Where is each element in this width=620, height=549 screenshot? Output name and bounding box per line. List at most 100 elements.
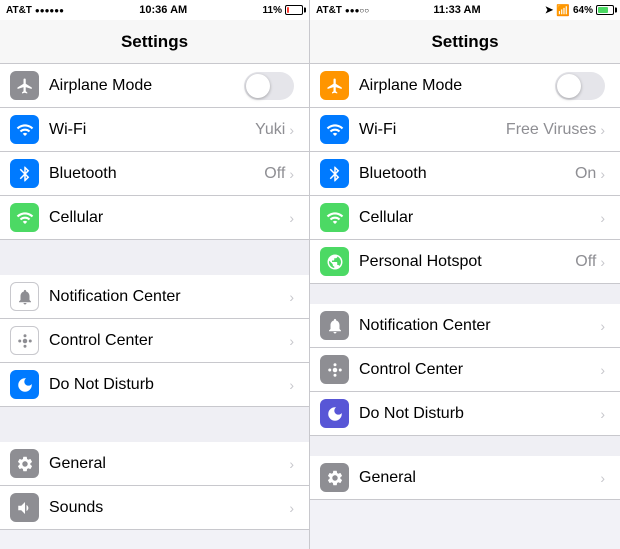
right-panel: AT&T ●●●○○ 11:33 AM ➤ 📶 64% Settings Air…	[310, 0, 620, 549]
bluetooth-icon-left	[10, 159, 39, 188]
notification-icon-right	[320, 311, 349, 340]
sounds-label-left: Sounds	[49, 499, 289, 517]
airplane-toggle-knob-left	[246, 74, 270, 98]
hotspot-icon-right	[320, 247, 349, 276]
separator-1-left	[0, 240, 309, 275]
dnd-chevron-left: ›	[289, 377, 294, 393]
nav-bar-left: Settings	[0, 20, 309, 64]
cellular-chevron-left: ›	[289, 210, 294, 226]
separator-2-left	[0, 407, 309, 442]
time-left: 10:36 AM	[139, 4, 187, 16]
hotspot-label-right: Personal Hotspot	[359, 253, 575, 271]
notifications-label-right: Notification Center	[359, 317, 600, 335]
row-dnd-right[interactable]: Do Not Disturb ›	[310, 392, 620, 436]
row-wifi-left[interactable]: Wi-Fi Yuki ›	[0, 108, 309, 152]
row-general-right[interactable]: General ›	[310, 456, 620, 500]
wifi-icon-right	[320, 115, 349, 144]
cellular-label-right: Cellular	[359, 209, 600, 227]
sounds-chevron-left: ›	[289, 500, 294, 516]
control-icon-left	[10, 326, 39, 355]
bluetooth-label-right: Bluetooth	[359, 165, 575, 183]
status-right-right: ➤ 📶 64%	[545, 4, 614, 17]
row-hotspot-right[interactable]: Personal Hotspot Off ›	[310, 240, 620, 284]
row-airplane-right[interactable]: Airplane Mode	[310, 64, 620, 108]
status-left: AT&T ●●●●●●	[6, 5, 64, 16]
row-general-left[interactable]: General ›	[0, 442, 309, 486]
page-title-right: Settings	[431, 32, 498, 52]
control-chevron-left: ›	[289, 333, 294, 349]
cellular-icon-right	[320, 203, 349, 232]
notification-icon-left	[10, 282, 39, 311]
dnd-chevron-right: ›	[600, 406, 605, 422]
separator-2-right	[310, 436, 620, 456]
page-title-left: Settings	[121, 32, 188, 52]
row-control-right[interactable]: Control Center ›	[310, 348, 620, 392]
battery-fill-right	[598, 7, 608, 13]
general-label-left: General	[49, 455, 289, 473]
row-control-left[interactable]: Control Center ›	[0, 319, 309, 363]
battery-pct-left: 11%	[263, 5, 282, 16]
notifications-chevron-right: ›	[600, 318, 605, 334]
dnd-icon-left	[10, 370, 39, 399]
hotspot-chevron-right: ›	[600, 254, 605, 270]
control-icon-right	[320, 355, 349, 384]
battery-pct-right: 64%	[573, 5, 593, 16]
row-dnd-left[interactable]: Do Not Disturb ›	[0, 363, 309, 407]
row-notifications-left[interactable]: Notification Center ›	[0, 275, 309, 319]
notifications-chevron-left: ›	[289, 289, 294, 305]
wifi-chevron-left: ›	[289, 122, 294, 138]
dnd-label-left: Do Not Disturb	[49, 376, 289, 394]
row-bluetooth-left[interactable]: Bluetooth Off ›	[0, 152, 309, 196]
carrier-left: AT&T	[6, 5, 32, 16]
control-chevron-right: ›	[600, 362, 605, 378]
general-label-right: General	[359, 469, 600, 487]
bluetooth-chevron-left: ›	[289, 166, 294, 182]
row-cellular-right[interactable]: Cellular ›	[310, 196, 620, 240]
airplane-toggle-knob-right	[557, 74, 581, 98]
row-notifications-right[interactable]: Notification Center ›	[310, 304, 620, 348]
row-bluetooth-right[interactable]: Bluetooth On ›	[310, 152, 620, 196]
row-cellular-left[interactable]: Cellular ›	[0, 196, 309, 240]
status-bar-left: AT&T ●●●●●● 10:36 AM 11%	[0, 0, 309, 20]
general-chevron-right: ›	[600, 470, 605, 486]
row-sounds-left[interactable]: Sounds ›	[0, 486, 309, 530]
bt-icon: 📶	[556, 4, 570, 17]
control-label-left: Control Center	[49, 332, 289, 350]
notifications-label-left: Notification Center	[49, 288, 289, 306]
airplane-toggle-right[interactable]	[555, 72, 605, 100]
battery-fill-left	[287, 7, 289, 13]
signal-right: ●●●○○	[345, 6, 369, 15]
general-icon-left	[10, 449, 39, 478]
left-panel: AT&T ●●●●●● 10:36 AM 11% Settings Airpla…	[0, 0, 310, 549]
control-label-right: Control Center	[359, 361, 600, 379]
bluetooth-icon-right	[320, 159, 349, 188]
cellular-icon-left	[10, 203, 39, 232]
wifi-value-left: Yuki	[255, 121, 285, 139]
wifi-label-right: Wi-Fi	[359, 121, 506, 139]
dnd-icon-right	[320, 399, 349, 428]
bluetooth-value-left: Off	[264, 165, 285, 183]
airplane-label-left: Airplane Mode	[49, 77, 244, 95]
bluetooth-label-left: Bluetooth	[49, 165, 264, 183]
settings-list-left: Airplane Mode Wi-Fi Yuki › Bluetooth Off…	[0, 64, 309, 549]
airplane-icon-right	[320, 71, 349, 100]
row-wifi-right[interactable]: Wi-Fi Free Viruses ›	[310, 108, 620, 152]
cellular-label-left: Cellular	[49, 209, 289, 227]
wifi-label-left: Wi-Fi	[49, 121, 255, 139]
cellular-chevron-right: ›	[600, 210, 605, 226]
general-icon-right	[320, 463, 349, 492]
hotspot-value-right: Off	[575, 253, 596, 271]
separator-1-right	[310, 284, 620, 304]
wifi-icon-left	[10, 115, 39, 144]
settings-list-right: Airplane Mode Wi-Fi Free Viruses › Bluet…	[310, 64, 620, 549]
wifi-chevron-right: ›	[600, 122, 605, 138]
battery-icon-right	[596, 5, 614, 15]
sounds-icon-left	[10, 493, 39, 522]
bluetooth-chevron-right: ›	[600, 166, 605, 182]
battery-icon-left	[285, 5, 303, 15]
airplane-icon-left	[10, 71, 39, 100]
time-right: 11:33 AM	[433, 4, 480, 16]
row-airplane-left[interactable]: Airplane Mode	[0, 64, 309, 108]
airplane-toggle-left[interactable]	[244, 72, 294, 100]
nav-bar-right: Settings	[310, 20, 620, 64]
